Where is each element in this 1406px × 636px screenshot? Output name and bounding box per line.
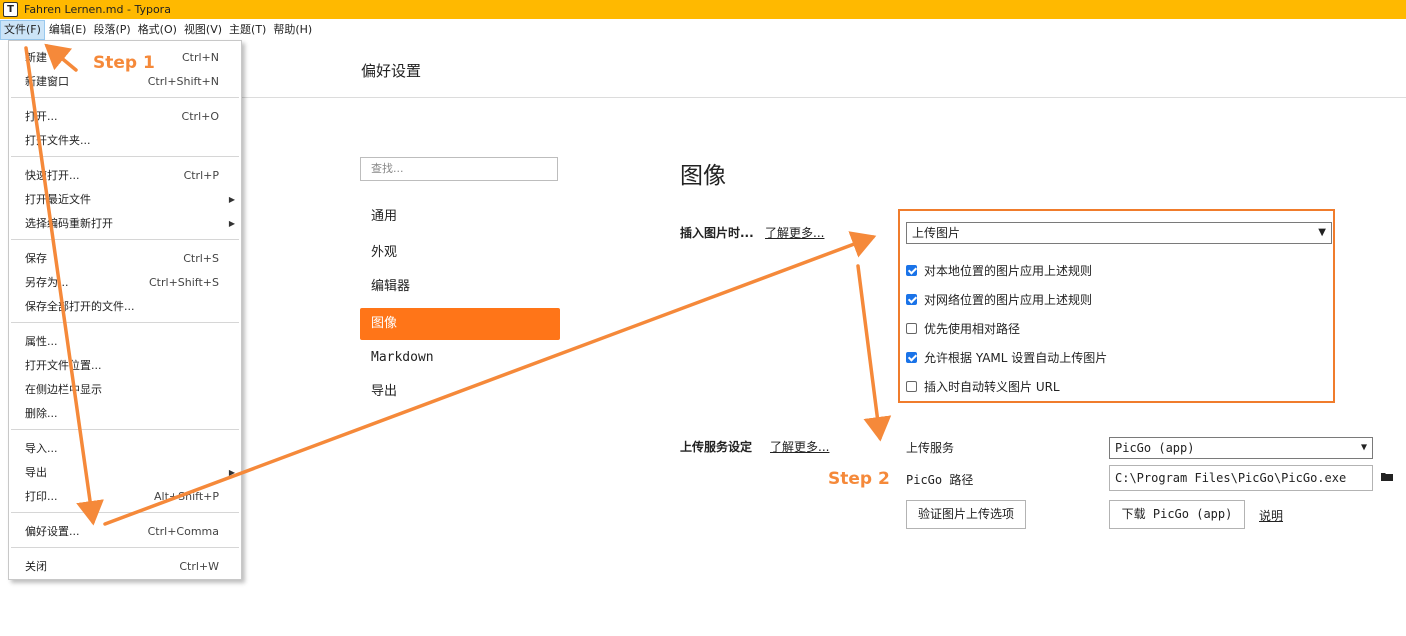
section-title: 图像 (680, 163, 726, 189)
picgo-path-label: PicGo 路径 (906, 473, 974, 487)
menu-format[interactable]: 格式(O) (135, 20, 180, 40)
menu-item-save-as[interactable]: 另存为... Ctrl+Shift+S (9, 270, 241, 294)
learn-more-link-insert[interactable]: 了解更多... (765, 224, 824, 241)
menu-item-import[interactable]: 导入... (9, 436, 241, 460)
menu-item-reveal-sidebar[interactable]: 在侧边栏中显示 (9, 377, 241, 401)
nav-item-markdown[interactable]: Markdown (360, 342, 560, 374)
step-1-annotation: Step 1 (93, 53, 155, 73)
typora-app-icon: T (3, 2, 18, 17)
nav-item-editor[interactable]: 编辑器 (360, 271, 560, 303)
checkbox-row-escape[interactable]: 插入时自动转义图片 URL (906, 377, 1060, 395)
menu-item-print[interactable]: 打印... Alt+Shift+P (9, 484, 241, 508)
submenu-arrow-icon: ▶ (228, 467, 235, 477)
file-menu-dropdown: 新建 Ctrl+N 新建窗口 Ctrl+Shift+N 打开... Ctrl+O 打开… (8, 40, 242, 580)
menu-bar: 文件(F) 编辑(E) 段落(P) 格式(O) 视图(V) 主题(T) 帮助(H… (0, 19, 1406, 41)
folder-icon[interactable] (1381, 472, 1393, 481)
menu-item-delete[interactable]: 删除... (9, 401, 241, 425)
checkbox-escape[interactable] (906, 380, 917, 392)
checkbox-label: 允许根据 YAML 设置自动上传图片 (924, 350, 1108, 365)
checkbox-label: 优先使用相对路径 (924, 321, 1021, 336)
menu-item-save-all[interactable]: 保存全部打开的文件... (9, 294, 241, 318)
checkbox-row-local[interactable]: 对本地位置的图片应用上述规则 (906, 261, 1092, 279)
window-title: Fahren Lernen.md - Typora (24, 3, 171, 16)
chevron-down-icon: ▼ (1360, 442, 1367, 453)
menu-item-recent-files[interactable]: 打开最近文件 ▶ (9, 187, 241, 211)
checkbox-row-yaml[interactable]: 允许根据 YAML 设置自动上传图片 (906, 348, 1107, 366)
menu-item-save[interactable]: 保存 Ctrl+S (9, 246, 241, 270)
header-divider (241, 97, 1406, 98)
arrow-to-upload-service (856, 264, 892, 442)
submenu-arrow-icon: ▶ (228, 218, 235, 228)
checkbox-network[interactable] (906, 293, 917, 305)
menu-separator (11, 156, 239, 157)
download-picgo-button[interactable]: 下载 PicGo (app) (1109, 500, 1245, 529)
step-2-annotation: Step 2 (828, 469, 890, 489)
menu-separator (11, 512, 239, 513)
upload-service-section-label: 上传服务设定 (680, 440, 753, 454)
checkbox-label: 对网络位置的图片应用上述规则 (924, 292, 1093, 307)
submenu-arrow-icon: ▶ (228, 194, 235, 204)
checkbox-yaml[interactable] (906, 351, 917, 363)
learn-more-link-upload[interactable]: 了解更多... (770, 438, 829, 455)
menu-item-open-folder[interactable]: 打开文件夹... (9, 128, 241, 152)
menu-separator (11, 547, 239, 548)
upload-service-value: PicGo (app) (1115, 441, 1195, 455)
menu-separator (11, 97, 239, 98)
checkbox-local[interactable] (906, 264, 917, 276)
menu-separator (11, 322, 239, 323)
checkbox-row-relative[interactable]: 优先使用相对路径 (906, 319, 1020, 337)
page-title: 偏好设置 (361, 62, 422, 80)
menu-paragraph[interactable]: 段落(P) (90, 20, 133, 40)
menu-separator (11, 429, 239, 430)
nav-item-general[interactable]: 通用 (360, 201, 560, 233)
menu-themes[interactable]: 主题(T) (226, 20, 269, 40)
menu-file[interactable]: 文件(F) (0, 20, 45, 40)
menu-item-close[interactable]: 关闭 Ctrl+W (9, 554, 241, 578)
menu-view[interactable]: 视图(V) (181, 20, 225, 40)
menu-item-open-location[interactable]: 打开文件位置... (9, 353, 241, 377)
upload-service-label: 上传服务 (906, 441, 955, 455)
checkbox-row-network[interactable]: 对网络位置的图片应用上述规则 (906, 290, 1092, 308)
menu-item-quick-open[interactable]: 快速打开... Ctrl+P (9, 163, 241, 187)
title-bar: T Fahren Lernen.md - Typora (0, 0, 1406, 19)
menu-item-open[interactable]: 打开... Ctrl+O (9, 104, 241, 128)
chevron-down-icon: ▼ (1318, 227, 1326, 238)
checkbox-label: 对本地位置的图片应用上述规则 (924, 263, 1093, 278)
checkbox-relative[interactable] (906, 322, 917, 334)
explain-link[interactable]: 说明 (1259, 507, 1283, 524)
menu-item-properties[interactable]: 属性... (9, 329, 241, 353)
nav-item-export[interactable]: 导出 (360, 376, 560, 408)
insert-image-label: 插入图片时... (680, 226, 754, 240)
menu-help[interactable]: 帮助(H) (270, 20, 315, 40)
menu-edit[interactable]: 编辑(E) (46, 20, 90, 40)
menu-item-reopen-encoding[interactable]: 选择编码重新打开 ▶ (9, 211, 241, 235)
checkbox-label: 插入时自动转义图片 URL (924, 379, 1060, 394)
menu-separator (11, 239, 239, 240)
menu-item-export[interactable]: 导出 ▶ (9, 460, 241, 484)
nav-item-appearance[interactable]: 外观 (360, 237, 560, 269)
verify-upload-button[interactable]: 验证图片上传选项 (906, 500, 1026, 529)
insert-image-select[interactable]: 上传图片 ▼ (906, 222, 1332, 244)
insert-image-select-value: 上传图片 (912, 226, 961, 240)
nav-item-image[interactable]: 图像 (360, 308, 560, 340)
upload-service-select[interactable]: PicGo (app) ▼ (1109, 437, 1373, 459)
picgo-path-input[interactable]: C:\Program Files\PicGo\PicGo.exe (1109, 465, 1373, 491)
menu-item-preferences[interactable]: 偏好设置... Ctrl+Comma (9, 519, 241, 543)
search-input[interactable]: 查找... (360, 157, 558, 181)
